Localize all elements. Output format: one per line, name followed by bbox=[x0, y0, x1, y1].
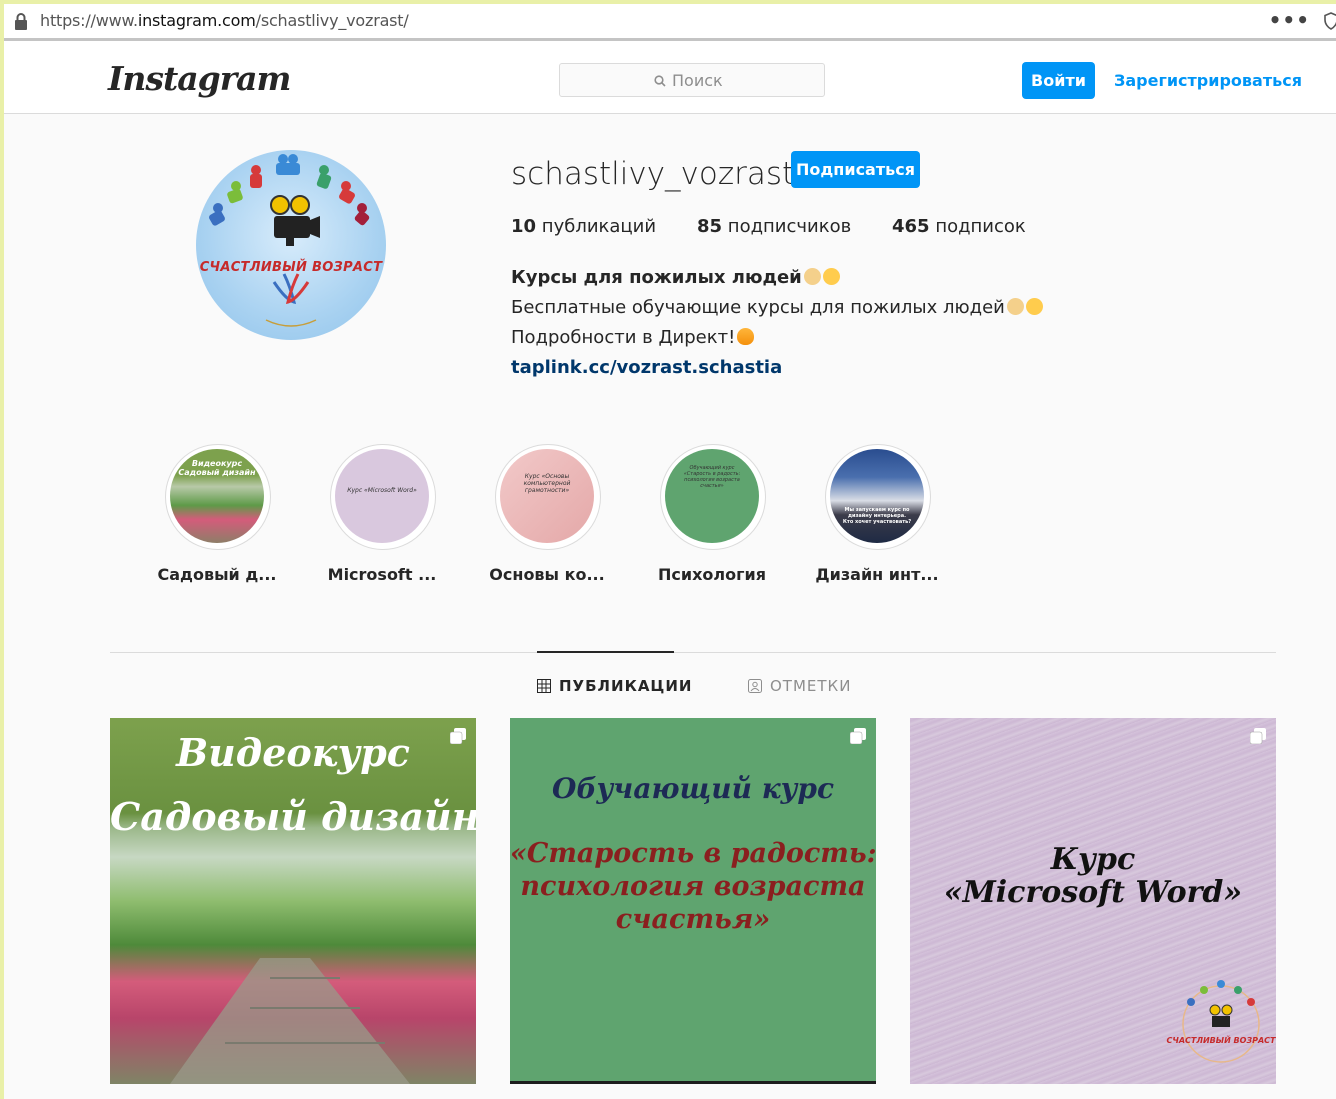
bio-line-1: Бесплатные обучающие курсы для пожилых л… bbox=[511, 297, 1043, 318]
posts-label: публикаций bbox=[541, 216, 657, 237]
instagram-header: Instagram Поиск Войти Зарегистрироваться bbox=[4, 41, 1336, 114]
multiple-images-icon bbox=[850, 728, 866, 744]
bio-full-name: Курсы для пожилых людей bbox=[511, 267, 840, 288]
highlight-cover: Обучающий курс «Старость в радость: псих… bbox=[665, 449, 759, 543]
highlight-cover: Курс «Microsoft Word» bbox=[335, 449, 429, 543]
older-person-emoji-icon bbox=[1006, 298, 1024, 315]
search-placeholder: Поиск bbox=[672, 71, 723, 90]
garden-path-graphic bbox=[170, 958, 410, 1084]
bio-website-link[interactable]: taplink.cc/vozrast.schastia bbox=[511, 357, 782, 378]
fire-emoji-icon bbox=[737, 328, 755, 345]
older-person-emoji-icon bbox=[822, 268, 840, 285]
url-text[interactable]: https://www.instagram.com/schastlivy_voz… bbox=[40, 11, 409, 30]
following-count: 465 bbox=[892, 216, 930, 237]
course-logo-graphic bbox=[1182, 980, 1260, 1063]
highlight-cover: Курс «Основы компьютерной грамотности» bbox=[500, 449, 594, 543]
url-path: /schastlivy_vozrast/ bbox=[255, 11, 409, 30]
tagged-user-icon bbox=[748, 679, 762, 693]
bio-line-2: Подробности в Директ! bbox=[511, 327, 755, 348]
following-stat[interactable]: 465 подписок bbox=[892, 216, 1026, 237]
search-icon bbox=[654, 74, 666, 87]
login-button[interactable]: Войти bbox=[1022, 62, 1095, 99]
tabs-divider bbox=[110, 652, 1276, 653]
post-psychology-course[interactable]: Обучающий курс «Старость в радость: псих… bbox=[510, 718, 876, 1084]
post-title-line: Обучающий курс bbox=[551, 772, 835, 805]
multiple-images-icon bbox=[1250, 728, 1266, 744]
url-host: instagram.com bbox=[137, 11, 256, 30]
tab-posts[interactable]: ПУБЛИКАЦИИ bbox=[537, 677, 692, 695]
post-garden-design[interactable]: Видеокурс Садовый дизайн bbox=[110, 718, 476, 1084]
tab-posts-label: ПУБЛИКАЦИИ bbox=[559, 677, 693, 695]
instagram-logo[interactable]: Instagram bbox=[108, 59, 291, 98]
post-title-line: психология возраста bbox=[520, 871, 866, 902]
shield-icon[interactable] bbox=[1324, 12, 1336, 30]
highlight-cover-text: Курс «Основы компьютерной грамотности» bbox=[523, 473, 571, 494]
course-logo-caption: СЧАСТЛИВЫЙ ВОЗРАСТ bbox=[1166, 1036, 1276, 1045]
search-input[interactable]: Поиск bbox=[559, 63, 825, 97]
post-title-line: счастья» bbox=[615, 904, 771, 935]
highlight-label: Дизайн инт... bbox=[815, 565, 939, 584]
profile-avatar[interactable]: СЧАСТЛИВЫЙ ВОЗРАСТ bbox=[196, 150, 386, 340]
followers-count: 85 bbox=[697, 216, 723, 237]
older-person-emoji-icon bbox=[803, 268, 821, 285]
avatar-logo-graphic bbox=[209, 154, 370, 327]
multiple-images-icon bbox=[450, 728, 466, 744]
followers-label: подписчиков bbox=[727, 216, 852, 237]
older-person-emoji-icon bbox=[1025, 298, 1043, 315]
url-prefix: https://www. bbox=[40, 11, 138, 30]
post-title-line: Курс bbox=[1050, 842, 1136, 877]
highlight-cover: Мы запускаем курс по дизайну интерьера. … bbox=[830, 449, 924, 543]
highlight-cover-text: Курс «Microsoft Word» bbox=[347, 487, 417, 494]
highlight-label: Психология bbox=[658, 565, 766, 584]
highlight-label: Садовый д... bbox=[157, 565, 277, 584]
post-title-line: «Microsoft Word» bbox=[943, 875, 1243, 910]
tab-tagged[interactable]: ОТМЕТКИ bbox=[748, 677, 851, 695]
highlight-label: Основы ко... bbox=[489, 565, 605, 584]
bio-name-text: Курсы для пожилых людей bbox=[511, 267, 802, 288]
highlight-cover-text: Видеокурс Садовый дизайн bbox=[178, 459, 256, 477]
post-title-line: «Старость в радость: bbox=[510, 838, 876, 869]
grid-icon bbox=[537, 679, 551, 693]
active-tab-indicator bbox=[537, 651, 674, 653]
follow-button[interactable]: Подписаться bbox=[791, 151, 920, 188]
browser-window: https://www.instagram.com/schastlivy_voz… bbox=[4, 4, 1336, 1099]
profile-username: schastlivy_vozrast bbox=[511, 156, 795, 192]
following-label: подписок bbox=[935, 216, 1026, 237]
post-microsoft-word-course[interactable]: Курс «Microsoft Word» СЧАСТЛИВЫЙ ВОЗРАСТ bbox=[910, 718, 1276, 1084]
page-actions-menu-icon[interactable]: ••• bbox=[1269, 8, 1310, 32]
bio-line-2-text: Подробности в Директ! bbox=[511, 327, 736, 348]
posts-count-stat: 10 публикаций bbox=[511, 216, 656, 237]
highlight-cover-text: Обучающий курс «Старость в радость: псих… bbox=[683, 465, 741, 489]
followers-stat[interactable]: 85 подписчиков bbox=[697, 216, 851, 237]
highlight-label: Microsoft ... bbox=[327, 565, 437, 584]
bio-line-1-text: Бесплатные обучающие курсы для пожилых л… bbox=[511, 297, 1005, 318]
register-link[interactable]: Зарегистрироваться bbox=[1114, 71, 1302, 90]
lock-icon bbox=[15, 13, 27, 30]
highlight-cover-text: Мы запускаем курс по дизайну интерьера. … bbox=[842, 507, 912, 525]
avatar-caption: СЧАСТЛИВЫЙ ВОЗРАСТ bbox=[199, 260, 383, 275]
address-bar[interactable]: https://www.instagram.com/schastlivy_voz… bbox=[4, 4, 1336, 41]
highlight-cover: Видеокурс Садовый дизайн bbox=[170, 449, 264, 543]
posts-count: 10 bbox=[511, 216, 537, 237]
tab-tagged-label: ОТМЕТКИ bbox=[770, 677, 852, 695]
